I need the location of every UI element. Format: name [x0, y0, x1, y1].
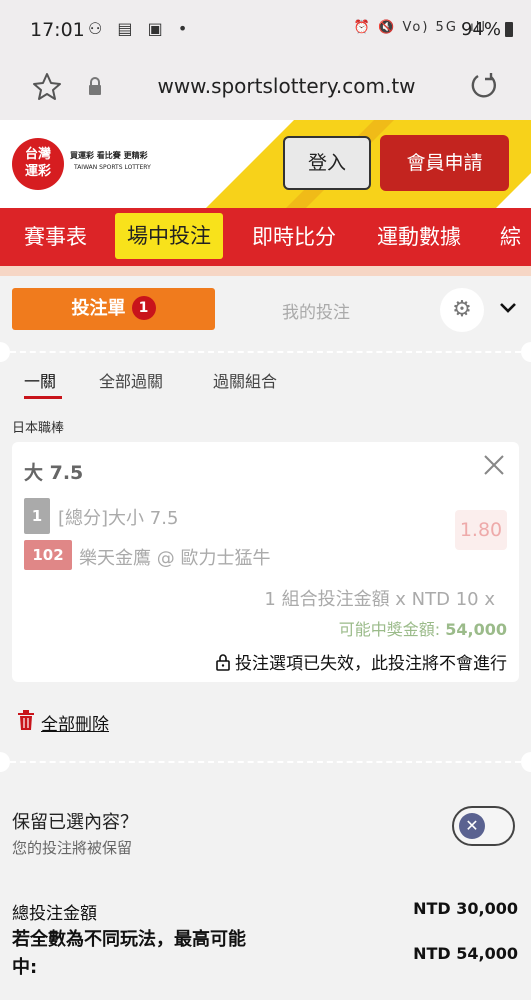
main-nav: 賽事表 場中投注 即時比分 運動數據 綜: [0, 208, 531, 266]
remove-bet-button[interactable]: [483, 454, 505, 482]
nav-item-more[interactable]: 綜: [500, 221, 521, 251]
subtab-indicator: [24, 396, 62, 399]
odds-value: 1.80: [455, 510, 507, 550]
bet-card: 大 7.5 1 [總分]大小 7.5 1.80 102 樂天金鷹 @ 歐力士猛牛…: [12, 442, 519, 682]
ticket-notch: [521, 752, 531, 772]
potential-payout: 可能中獎金額: 54,000: [339, 616, 507, 640]
close-icon: [484, 455, 504, 475]
betslip-panel: 投注單 1 我的投注 ⚙ 一關 全部過關 過關組合 日本職棒 大 7.5 1 [總…: [0, 276, 531, 1000]
delete-all-button[interactable]: 全部刪除: [41, 710, 109, 735]
trash-icon[interactable]: [17, 710, 35, 730]
match-number: 102: [24, 540, 72, 570]
invalid-text: 投注選項已失效，此投注將不會進行: [235, 654, 507, 674]
browser-url-bar: www.sportslottery.com.tw: [0, 60, 531, 120]
status-time: 17:01: [30, 19, 85, 41]
logo-text: 台灣 運彩: [24, 147, 51, 179]
tab-betslip[interactable]: 投注單 1: [12, 288, 215, 330]
subtab-single[interactable]: 一關: [24, 368, 56, 392]
league-name: 日本職棒: [12, 421, 65, 436]
payout-value: 54,000: [445, 620, 507, 639]
logo-english: TAIWAN SPORTS LOTTERY: [74, 164, 151, 171]
nav-item-schedule[interactable]: 賽事表: [24, 221, 87, 251]
tab-my-bets[interactable]: 我的投注: [282, 298, 350, 323]
battery-icon: [505, 22, 513, 37]
lock-icon: [216, 654, 230, 671]
reload-icon[interactable]: [469, 71, 499, 101]
site-header: 台灣 運彩 買運彩 看比賽 更精彩 TAIWAN SPORTS LOTTERY 登…: [0, 120, 531, 208]
login-button[interactable]: 登入: [283, 136, 371, 190]
market-name: [總分]大小 7.5: [58, 508, 179, 529]
match-teams: 樂天金鷹 @ 歐力士猛牛: [79, 548, 271, 569]
dashed-divider: [10, 761, 521, 763]
nav-item-live-score[interactable]: 即時比分: [252, 221, 336, 251]
settings-button[interactable]: ⚙: [440, 288, 484, 332]
tab-betslip-label: 投注單: [71, 298, 126, 319]
nav-item-live-betting[interactable]: 場中投注: [115, 213, 223, 259]
dashed-divider: [10, 351, 521, 353]
payout-label: 可能中獎金額:: [338, 620, 446, 639]
status-bar: 17:01 ⚇ ▤ ▣ • ⏰ 🔇 Vo) 5G .ıll 94%: [0, 0, 531, 60]
keep-selections-toggle[interactable]: ✕: [452, 806, 515, 846]
ticket-notch: [0, 342, 10, 362]
chevron-down-icon: [500, 303, 516, 313]
site-logo[interactable]: 台灣 運彩: [12, 138, 64, 190]
keep-selections-subtitle: 您的投注將被保留: [12, 839, 133, 857]
subtab-parlay-combo[interactable]: 過關組合: [213, 368, 277, 392]
max-payout-label: 若全數為不同玩法，最高可能中:: [12, 929, 246, 978]
stake-text: 1 組合投注金額 x NTD 10 x: [264, 589, 495, 610]
notification-icons: ⚇ ▤ ▣ •: [88, 19, 193, 38]
max-payout-value: NTD 54,000: [413, 944, 518, 963]
selection-number: 1: [24, 498, 50, 534]
logo-tagline: 買運彩 看比賽 更精彩: [70, 151, 148, 160]
gear-icon: ⚙: [452, 297, 472, 322]
invalid-notice: 投注選項已失效，此投注將不會進行: [215, 649, 507, 674]
battery-level: 94%: [460, 19, 501, 40]
ticket-notch: [521, 342, 531, 362]
url-text[interactable]: www.sportslottery.com.tw: [0, 74, 531, 98]
bet-title: 大 7.5: [24, 462, 84, 484]
total-stake-value: NTD 30,000: [413, 899, 518, 918]
betslip-count-badge: 1: [131, 296, 156, 320]
nav-item-sports-data[interactable]: 運動數據: [377, 221, 461, 251]
nav-divider: [0, 266, 531, 276]
collapse-button[interactable]: [498, 296, 518, 320]
total-stake-label: 總投注金額: [12, 904, 97, 924]
keep-selections-title: 保留已選內容？: [12, 812, 138, 833]
ticket-notch: [0, 752, 10, 772]
register-button[interactable]: 會員申請: [380, 135, 509, 191]
toggle-off-icon: ✕: [459, 813, 485, 839]
subtab-all-parlay[interactable]: 全部過關: [99, 368, 163, 392]
